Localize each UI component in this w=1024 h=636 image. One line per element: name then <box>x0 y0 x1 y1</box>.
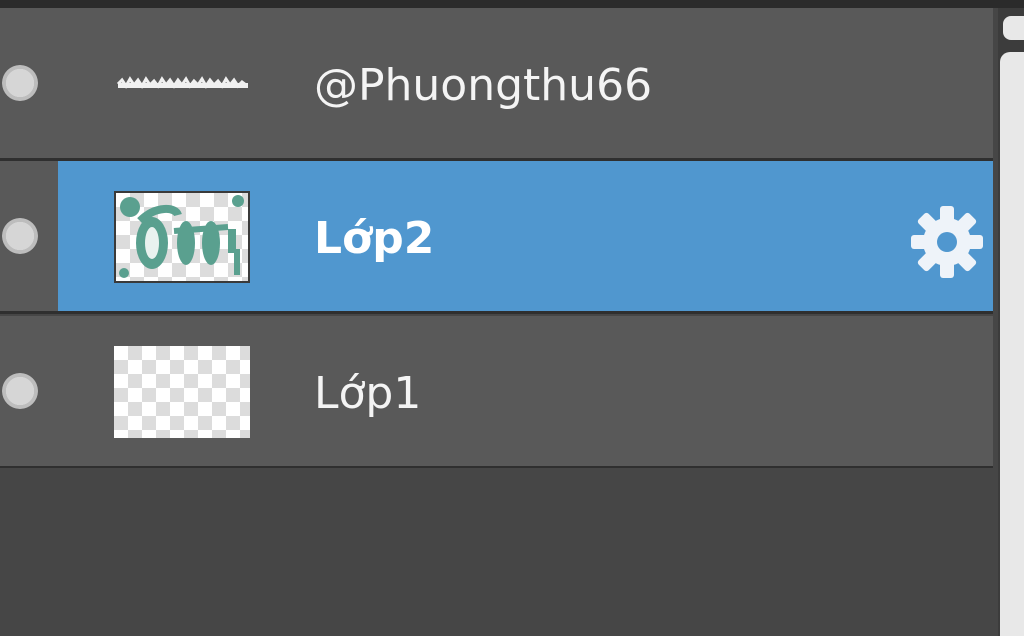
layer-thumbnail <box>114 346 250 438</box>
gear-icon[interactable] <box>908 203 986 281</box>
layer-row-phuongthu66[interactable]: @Phuongthu66 <box>0 8 993 161</box>
text-scribble-thumbnail <box>116 76 248 89</box>
scrollbar-thumb[interactable] <box>1000 52 1024 636</box>
layer-row-lop1[interactable]: Lớp1 <box>0 316 993 469</box>
layers-panel: @Phuongthu66 Lớp2 Lớp1 <box>0 0 1024 636</box>
empty-layer-area <box>0 468 998 636</box>
visibility-dot-icon[interactable] <box>2 373 38 409</box>
visibility-dot-icon[interactable] <box>2 218 38 254</box>
layer-name: Lớp2 <box>314 213 435 264</box>
panel-top-edge <box>0 0 1024 8</box>
scroll-up-button[interactable] <box>1003 16 1024 40</box>
visibility-dot-icon[interactable] <box>2 65 38 101</box>
layer-row-lop2[interactable]: Lớp2 <box>0 161 993 314</box>
layer-thumbnail <box>114 191 250 283</box>
layer-name: Lớp1 <box>314 368 422 419</box>
layer-thumbnail <box>114 38 250 130</box>
layer-name: @Phuongthu66 <box>314 60 653 111</box>
gear-icon-graphic <box>911 206 983 278</box>
teal-drawing-thumbnail <box>119 195 244 278</box>
